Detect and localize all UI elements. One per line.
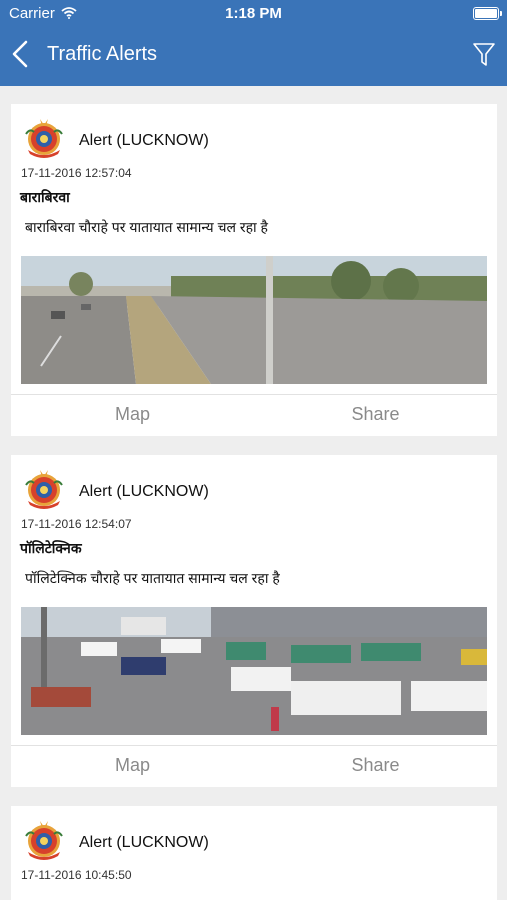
clock: 1:18 PM — [225, 5, 282, 22]
police-emblem-icon — [22, 818, 66, 864]
alert-title: Alert (LUCKNOW) — [79, 483, 209, 500]
page-title: Traffic Alerts — [47, 43, 158, 65]
alert-card: Alert (LUCKNOW) 17-11-2016 12:54:07 पॉलि… — [11, 455, 497, 787]
alert-card: Alert (LUCKNOW) 17-11-2016 12:57:04 बारा… — [11, 104, 497, 436]
card-divider — [11, 394, 497, 395]
battery-icon — [473, 7, 502, 20]
map-button[interactable]: Map — [11, 404, 254, 425]
nav-bar: Traffic Alerts — [0, 28, 507, 86]
app-header: Carrier 1:18 PM Traffic Alerts — [0, 0, 507, 86]
share-button[interactable]: Share — [254, 404, 497, 425]
alert-photo[interactable] — [21, 256, 487, 384]
filter-icon[interactable] — [471, 40, 497, 68]
alert-location: बाराबिरवा — [20, 189, 70, 205]
alert-location: पॉलिटेक्निक — [20, 540, 82, 556]
alert-description: बाराबिरवा चौराहे पर यातायात सामान्य चल र… — [25, 219, 268, 235]
police-emblem-icon — [22, 116, 66, 162]
share-button[interactable]: Share — [254, 755, 497, 776]
alert-photo[interactable] — [21, 607, 487, 735]
alert-description: पॉलिटेक्निक चौराहे पर यातायात सामान्य चल… — [25, 570, 280, 586]
alert-card: Alert (LUCKNOW) 17-11-2016 10:45:50 — [11, 806, 497, 900]
police-emblem-icon — [22, 467, 66, 513]
alert-timestamp: 17-11-2016 12:54:07 — [21, 517, 132, 531]
alert-title: Alert (LUCKNOW) — [79, 132, 209, 149]
map-button[interactable]: Map — [11, 755, 254, 776]
card-divider — [11, 745, 497, 746]
alert-timestamp: 17-11-2016 12:57:04 — [21, 166, 132, 180]
back-chevron-icon[interactable] — [6, 36, 38, 72]
alert-title: Alert (LUCKNOW) — [79, 834, 209, 851]
status-bar: Carrier 1:18 PM — [0, 0, 507, 28]
alert-timestamp: 17-11-2016 10:45:50 — [21, 868, 132, 882]
